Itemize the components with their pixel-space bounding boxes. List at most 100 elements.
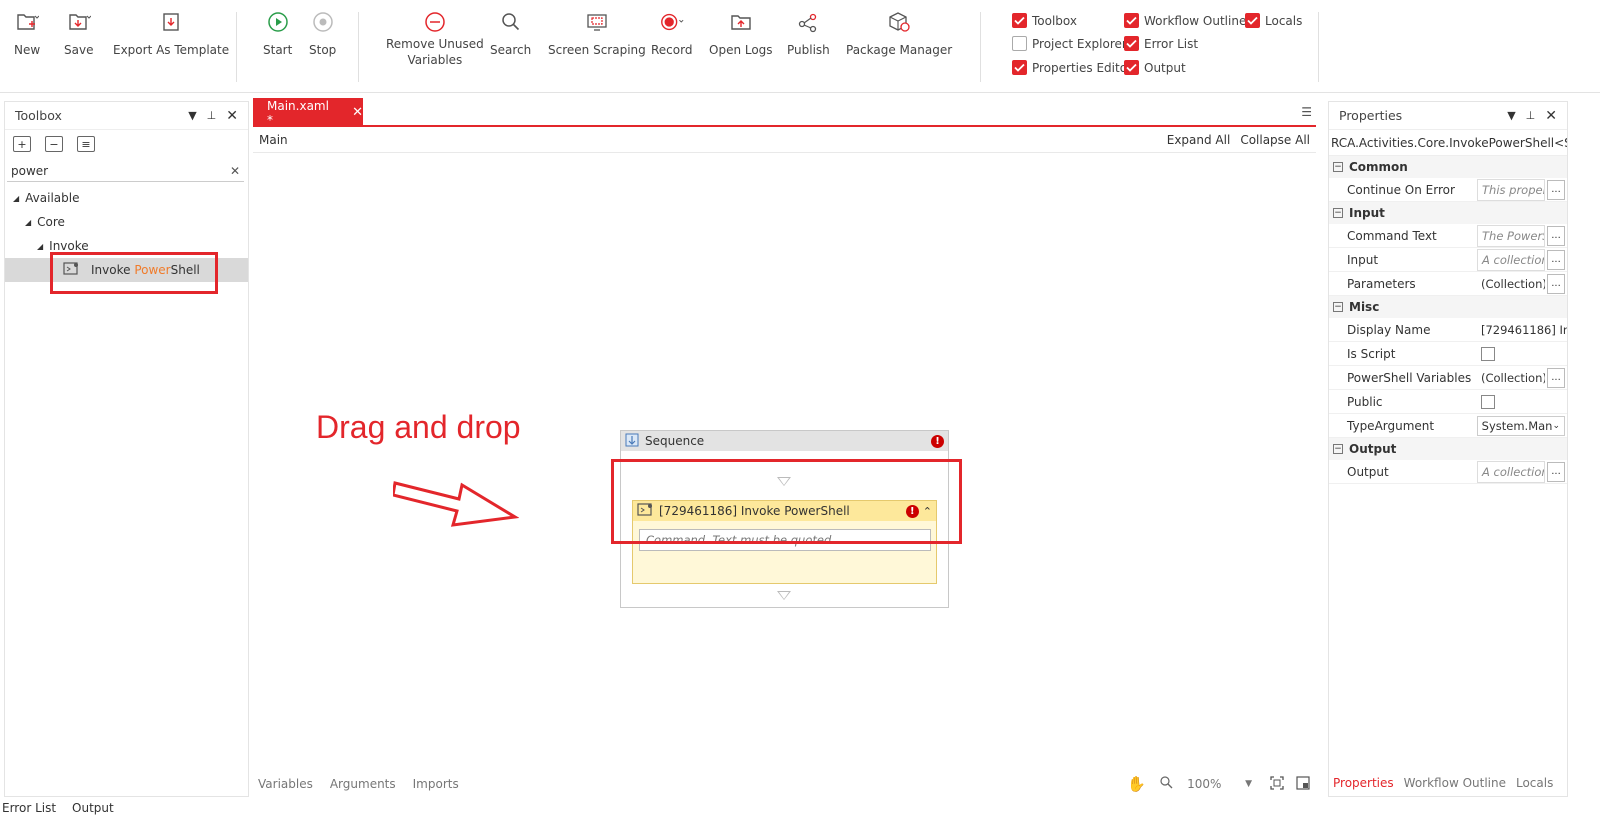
ellipsis-button[interactable]: ... (1547, 225, 1565, 246)
error-list-checkbox-label: Error List (1144, 36, 1199, 51)
collapse-all-link[interactable]: Collapse All (1240, 133, 1310, 147)
tree-node-core[interactable]: ◢ Core (5, 210, 248, 234)
overview-icon[interactable] (1296, 775, 1310, 793)
package-manager-label: Package Manager (846, 43, 953, 57)
zoom-level[interactable]: 100% (1187, 777, 1245, 791)
tab-workflow-outline[interactable]: Workflow Outline (1404, 776, 1506, 790)
zoom-dropdown-icon[interactable]: ▼ (1245, 779, 1252, 789)
ellipsis-button[interactable]: ... (1547, 273, 1565, 294)
tab-properties[interactable]: Properties (1333, 776, 1394, 790)
clear-search-icon[interactable]: ✕ (230, 164, 240, 178)
workflow-outline-checkbox-label: Workflow Outline (1144, 13, 1247, 28)
publish-button[interactable]: Publish (787, 8, 830, 58)
error-list-checkbox[interactable]: Error List (1124, 36, 1198, 51)
property-value-input[interactable]: This property (1477, 178, 1545, 201)
arguments-tab[interactable]: Arguments (330, 777, 396, 791)
save-button[interactable]: Save (64, 8, 93, 58)
type-argument-select[interactable]: System.Man ⌄ (1476, 415, 1565, 436)
locals-checkbox[interactable]: Locals (1245, 13, 1302, 28)
dropdown-arrow-icon[interactable]: ▼ (1507, 109, 1515, 122)
variables-tab[interactable]: Variables (258, 777, 313, 791)
tab-locals[interactable]: Locals (1516, 776, 1553, 790)
close-icon[interactable]: ✕ (1545, 108, 1557, 124)
new-button[interactable]: New (14, 8, 40, 58)
property-is-script: Is Script (1329, 342, 1567, 366)
screen-scraping-button[interactable]: Screen Scraping (548, 8, 646, 58)
tree-node-label: Invoke (49, 239, 89, 253)
ellipsis-button[interactable]: ... (1547, 461, 1565, 482)
collapse-category-icon[interactable]: − (1333, 444, 1343, 454)
ellipsis-button[interactable]: ... (1547, 179, 1565, 200)
tree-node-available[interactable]: ◢ Available (5, 186, 248, 210)
ellipsis-button[interactable]: ... (1547, 249, 1565, 270)
tab-error-list[interactable]: Error List (2, 801, 56, 815)
package-manager-button[interactable]: Package Manager (846, 8, 952, 58)
property-command-text: Command Text The PowerS ... (1329, 224, 1567, 248)
toolbox-search-input[interactable]: power (11, 164, 230, 178)
expanded-triangle-icon: ◢ (37, 241, 44, 251)
output-checkbox[interactable]: Output (1124, 60, 1186, 75)
category-input[interactable]: − Input (1329, 202, 1567, 224)
breadcrumb: Main Expand All Collapse All (253, 127, 1316, 153)
property-checkbox[interactable] (1481, 346, 1495, 361)
record-icon (659, 8, 685, 36)
remove-unused-label-2: Variables (407, 53, 463, 67)
save-icon (66, 8, 92, 36)
zoom-icon[interactable] (1160, 776, 1173, 792)
properties-editor-checkbox[interactable]: Properties Editor (1012, 60, 1132, 75)
property-value-input[interactable]: [729461186] Invc (1477, 319, 1567, 341)
close-icon[interactable]: ✕ (226, 108, 238, 124)
toolbox-checkbox[interactable]: Toolbox (1012, 13, 1077, 28)
record-label: Record (651, 43, 693, 57)
annotation-highlight-box (50, 252, 218, 294)
imports-tab[interactable]: Imports (413, 777, 459, 791)
dropdown-arrow-icon[interactable]: ▼ (188, 109, 196, 122)
tab-output[interactable]: Output (72, 801, 114, 815)
expand-all-link[interactable]: Expand All (1167, 133, 1231, 147)
collapse-category-icon[interactable]: − (1333, 162, 1343, 172)
fit-to-screen-icon[interactable] (1270, 775, 1284, 793)
record-button[interactable]: Record (651, 8, 692, 58)
workflow-outline-checkbox[interactable]: Workflow Outline (1124, 13, 1246, 28)
close-tab-icon[interactable]: ✕ (352, 105, 363, 120)
collapse-category-icon[interactable]: − (1333, 208, 1343, 218)
stop-label: Stop (309, 43, 337, 57)
designer-canvas[interactable]: Drag and drop Sequence ! [729461186] Inv… (253, 155, 1316, 770)
tab-main-xaml[interactable]: Main.xaml * ✕ (253, 98, 363, 127)
property-value-input[interactable]: A collection (1477, 248, 1545, 271)
remove-unused-variables-button[interactable]: Remove Unused Variables (386, 8, 484, 68)
category-common[interactable]: − Common (1329, 156, 1567, 178)
sequence-header: Sequence ! (621, 431, 948, 451)
property-checkbox[interactable] (1481, 394, 1495, 409)
pin-icon[interactable]: ⊥ (207, 109, 217, 122)
project-explorer-checkbox[interactable]: Project Explorer (1012, 36, 1127, 51)
start-button[interactable]: Start (263, 8, 292, 58)
share-icon (795, 8, 821, 36)
collapse-category-icon[interactable]: − (1333, 302, 1343, 312)
pin-icon[interactable]: ⊥ (1526, 109, 1536, 122)
property-name: Public (1347, 394, 1383, 409)
tab-list-menu-icon[interactable]: ☰ (1301, 105, 1312, 119)
stop-button[interactable]: Stop (309, 8, 336, 58)
start-label: Start (263, 43, 293, 57)
sequence-icon (625, 433, 639, 450)
property-value-input[interactable]: A collection (1477, 460, 1545, 483)
open-logs-button[interactable]: Open Logs (709, 8, 773, 58)
drop-target-arrow[interactable] (777, 591, 791, 600)
checkbox-checked-icon (1124, 36, 1139, 51)
category-misc[interactable]: − Misc (1329, 296, 1567, 318)
search-button[interactable]: Search (490, 8, 531, 58)
category-output[interactable]: − Output (1329, 438, 1567, 460)
ellipsis-button[interactable]: ... (1547, 367, 1565, 388)
toolbox-search[interactable]: power ✕ (7, 160, 244, 182)
collapse-all-icon[interactable]: − (45, 136, 63, 152)
breadcrumb-main[interactable]: Main (259, 133, 288, 147)
package-icon (886, 8, 912, 36)
list-view-icon[interactable]: ≡ (77, 136, 95, 152)
expanded-triangle-icon: ◢ (13, 193, 20, 203)
property-display-name: Display Name [729461186] Invc (1329, 318, 1567, 342)
export-template-button[interactable]: Export As Template (113, 8, 229, 58)
hand-pan-icon[interactable]: ✋ (1127, 775, 1146, 793)
expand-all-icon[interactable]: + (13, 136, 31, 152)
property-value-input[interactable]: The PowerS (1477, 224, 1545, 247)
